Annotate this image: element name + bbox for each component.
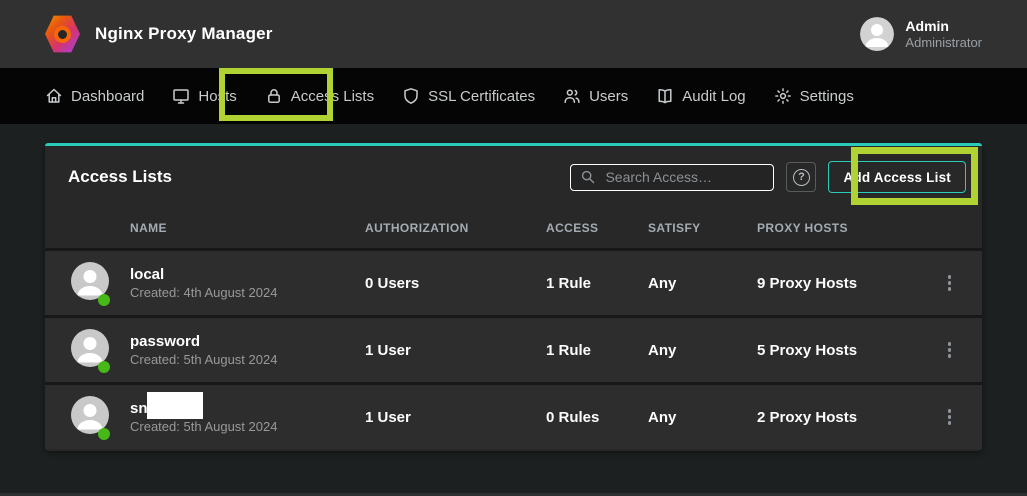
access-list-name: local [130,265,277,284]
created-date: Created: 4th August 2024 [130,284,277,302]
nav-item-access-lists[interactable]: Access Lists [265,87,374,105]
search-icon [580,169,596,185]
authorization-value: 1 User [365,409,546,426]
search-box [570,164,774,191]
access-value: 0 Rules [546,409,648,426]
access-value: 1 Rule [546,275,648,292]
online-status-dot [98,361,110,373]
nav-item-audit-log[interactable]: Audit Log [656,87,745,105]
nav-label: SSL Certificates [428,88,535,105]
avatar [71,396,109,439]
shield-icon [402,87,420,105]
avatar [71,329,109,372]
app-title: Nginx Proxy Manager [95,24,273,44]
satisfy-value: Any [648,409,757,426]
row-actions-menu-icon[interactable] [942,336,958,364]
nav-label: Users [589,88,628,105]
proxy-hosts-value: 2 Proxy Hosts [757,409,917,426]
proxy-hosts-value: 9 Proxy Hosts [757,275,917,292]
nav-label: Audit Log [682,88,745,105]
nav-label: Access Lists [291,88,374,105]
access-value: 1 Rule [546,342,648,359]
redaction-box [147,392,203,419]
table-row: local Created: 4th August 2024 0 Users 1… [45,248,982,315]
lock-icon [265,87,283,105]
authorization-value: 0 Users [365,275,546,292]
person-icon [860,17,894,51]
proxy-hosts-value: 5 Proxy Hosts [757,342,917,359]
app-logo-icon [45,15,80,54]
avatar [71,262,109,305]
authorization-value: 1 User [365,342,546,359]
search-input[interactable] [605,169,764,185]
created-date: Created: 5th August 2024 [130,351,277,369]
nav-item-settings[interactable]: Settings [774,87,854,105]
column-header-proxy-hosts: PROXY HOSTS [757,221,917,235]
panel-title: Access Lists [68,167,172,187]
table-row: password Created: 5th August 2024 1 User… [45,315,982,382]
nav-item-users[interactable]: Users [563,87,628,105]
satisfy-value: Any [648,342,757,359]
access-lists-panel: Access Lists ? Add Access List NAME AUTH… [45,143,982,451]
nav-item-dashboard[interactable]: Dashboard [45,87,144,105]
online-status-dot [98,294,110,306]
column-header-authorization: AUTHORIZATION [365,221,546,235]
add-access-list-button[interactable]: Add Access List [828,161,966,193]
column-header-name: NAME [45,221,365,235]
gear-icon [774,87,792,105]
user-role: Administrator [905,35,982,51]
access-list-name: password [130,332,277,351]
app-header: Nginx Proxy Manager Admin Administrator [0,0,1027,68]
table-row: sn Created: 5th August 2024 1 User 0 Rul… [45,382,982,449]
user-menu[interactable]: Admin Administrator [860,17,982,51]
nav-item-hosts[interactable]: Hosts [172,87,236,105]
home-icon [45,87,63,105]
nav-item-ssl-certificates[interactable]: SSL Certificates [402,87,535,105]
table-header: NAME AUTHORIZATION ACCESS SATISFY PROXY … [45,208,982,248]
main-nav: Dashboard Hosts Access Lists SSL Certifi… [0,68,1027,124]
created-date: Created: 5th August 2024 [130,418,277,436]
row-actions-menu-icon[interactable] [942,403,958,431]
user-avatar [860,17,894,51]
nav-label: Dashboard [71,88,144,105]
nav-label: Hosts [198,88,236,105]
question-icon: ? [793,169,810,186]
nav-label: Settings [800,88,854,105]
user-name: Admin [905,18,982,35]
monitor-icon [172,87,190,105]
book-icon [656,87,674,105]
row-actions-menu-icon[interactable] [942,269,958,297]
online-status-dot [98,428,110,440]
help-button[interactable]: ? [786,162,816,192]
users-icon [563,87,581,105]
satisfy-value: Any [648,275,757,292]
column-header-satisfy: SATISFY [648,221,757,235]
column-header-access: ACCESS [546,221,648,235]
